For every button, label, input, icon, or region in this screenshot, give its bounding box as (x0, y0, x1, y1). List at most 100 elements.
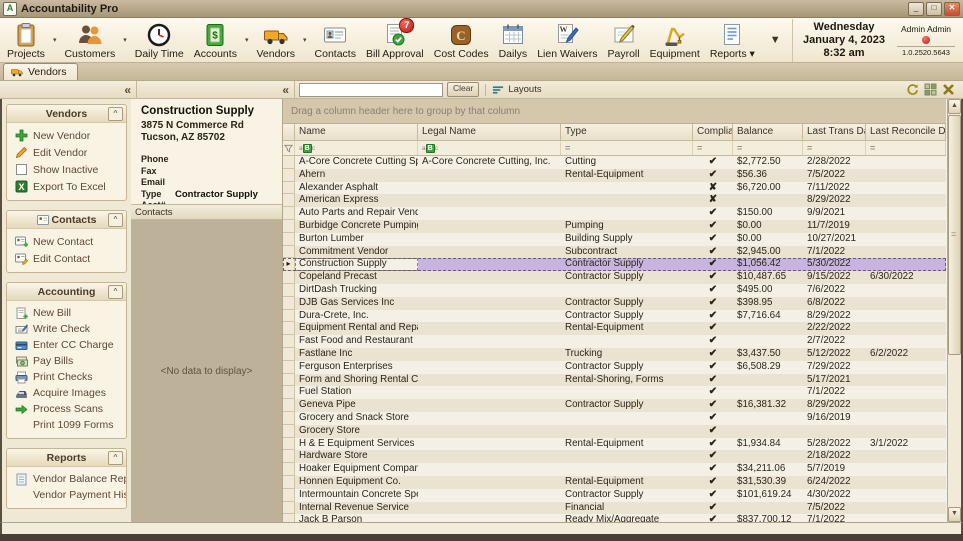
cell-balance[interactable]: $1,934.84 (733, 438, 803, 451)
toolbar-equipment-button[interactable]: Equipment (645, 18, 705, 62)
cell-balance[interactable]: $2,772.50 (733, 156, 803, 169)
maximize-button[interactable]: □ (926, 2, 942, 16)
panel-collapse-icon[interactable]: ^ (108, 285, 123, 299)
table-row[interactable]: Burton LumberBuilding Supply✔$0.0010/27/… (283, 233, 946, 246)
cell-balance[interactable]: $150.00 (733, 207, 803, 220)
cell-balance[interactable]: $1,056.42 (733, 258, 803, 271)
row-indicator[interactable] (283, 514, 295, 522)
row-indicator[interactable] (283, 194, 295, 207)
cell-last-reconcile-date[interactable] (866, 246, 946, 259)
sidebar-item-edit-contact[interactable]: Edit Contact (7, 250, 126, 267)
cell-name[interactable]: Equipment Rental and Repair (295, 322, 418, 335)
vendors-dropdown-chevron-icon[interactable]: ▾ (300, 18, 310, 62)
toolbar-lien-waivers-button[interactable]: W Lien Waivers (532, 18, 602, 62)
cell-type[interactable]: Trucking (561, 348, 693, 361)
cell-name[interactable]: Ahern (295, 169, 418, 182)
cell-last-reconcile-date[interactable]: 6/2/2022 (866, 348, 946, 361)
cell-last-trans-date[interactable]: 7/29/2022 (803, 361, 866, 374)
cell-last-reconcile-date[interactable] (866, 182, 946, 195)
row-indicator[interactable] (283, 169, 295, 182)
compliant-check-icon[interactable]: ✔ (693, 463, 733, 476)
cell-legal-name[interactable] (418, 258, 561, 271)
cell-name[interactable]: DJB Gas Services Inc (295, 297, 418, 310)
column-header-compliant[interactable]: Compliant (693, 124, 733, 140)
cell-name[interactable]: Hardware Store (295, 450, 418, 463)
sidebar-item-process-scans[interactable]: Process Scans (7, 401, 126, 417)
compliant-check-icon[interactable]: ✔ (693, 169, 733, 182)
group-by-band[interactable]: Drag a column header here to group by th… (283, 99, 946, 124)
cell-last-reconcile-date[interactable] (866, 220, 946, 233)
cell-name[interactable]: Construction Supply (295, 258, 418, 271)
cell-name[interactable]: Copeland Precast (295, 271, 418, 284)
filter-cell-last-trans-date[interactable]: = (803, 141, 866, 155)
compliant-check-icon[interactable]: ✔ (693, 335, 733, 348)
cell-balance[interactable] (733, 335, 803, 348)
table-row[interactable]: Intermountain Concrete SpecialtiesContra… (283, 489, 946, 502)
collapse-sidebar-icon[interactable]: « (124, 85, 131, 95)
column-header-last-trans-date[interactable]: Last Trans Date (803, 124, 866, 140)
refresh-icon[interactable] (905, 83, 919, 96)
row-indicator[interactable] (283, 348, 295, 361)
table-row[interactable]: Hoaker Equipment Company✔$34,211.065/7/2… (283, 463, 946, 476)
cell-last-trans-date[interactable]: 5/17/2021 (803, 374, 866, 387)
toolbar-daily-time-button[interactable]: Daily Time (130, 18, 189, 62)
cell-last-trans-date[interactable]: 9/16/2019 (803, 412, 866, 425)
cell-legal-name[interactable] (418, 374, 561, 387)
row-indicator[interactable] (283, 207, 295, 220)
compliant-check-icon[interactable]: ✔ (693, 207, 733, 220)
cell-name[interactable]: Auto Parts and Repair Vendor (295, 207, 418, 220)
layouts-button[interactable]: Layouts (492, 84, 541, 96)
cell-legal-name[interactable] (418, 489, 561, 502)
cell-last-reconcile-date[interactable] (866, 284, 946, 297)
cell-legal-name[interactable] (418, 399, 561, 412)
cell-type[interactable] (561, 450, 693, 463)
cell-type[interactable]: Rental-Equipment (561, 476, 693, 489)
table-row[interactable]: Equipment Rental and RepairRental-Equipm… (283, 322, 946, 335)
cell-legal-name[interactable] (418, 348, 561, 361)
column-header-legal-name[interactable]: Legal Name (418, 124, 561, 140)
table-row[interactable]: Form and Shoring Rental Co.Rental-Shorin… (283, 374, 946, 387)
cell-legal-name[interactable] (418, 246, 561, 259)
cell-last-reconcile-date[interactable] (866, 169, 946, 182)
cell-balance[interactable]: $7,716.64 (733, 310, 803, 323)
cell-last-reconcile-date[interactable]: 6/30/2022 (866, 271, 946, 284)
cell-last-reconcile-date[interactable]: 3/1/2022 (866, 438, 946, 451)
row-indicator[interactable] (283, 412, 295, 425)
sidebar-item-new-vendor[interactable]: New Vendor (7, 127, 126, 144)
cell-legal-name[interactable] (418, 284, 561, 297)
column-header-last-reconcile-date[interactable]: Last Reconcile Date (866, 124, 946, 140)
table-row[interactable]: Alexander Asphalt✘$6,720.007/11/2022 (283, 182, 946, 195)
table-row[interactable]: A-Core Concrete Cutting SpecialistsA-Cor… (283, 156, 946, 169)
cell-name[interactable]: Ferguson Enterprises (295, 361, 418, 374)
cell-last-trans-date[interactable] (803, 425, 866, 438)
cell-type[interactable]: Contractor Supply (561, 361, 693, 374)
customers-dropdown-chevron-icon[interactable]: ▾ (120, 18, 130, 62)
table-row[interactable]: Burbidge Concrete PumpingPumping✔$0.0011… (283, 220, 946, 233)
cell-type[interactable]: Contractor Supply (561, 271, 693, 284)
cell-name[interactable]: Form and Shoring Rental Co. (295, 374, 418, 387)
cell-last-reconcile-date[interactable] (866, 489, 946, 502)
compliant-check-icon[interactable]: ✔ (693, 399, 733, 412)
row-indicator[interactable] (283, 438, 295, 451)
collapse-detail-icon[interactable]: « (282, 85, 289, 95)
cell-type[interactable]: Contractor Supply (561, 399, 693, 412)
toolbar-dailys-button[interactable]: Dailys (494, 18, 533, 62)
cell-name[interactable]: Dura-Crete, Inc. (295, 310, 418, 323)
cell-balance[interactable]: $495.00 (733, 284, 803, 297)
row-indicator[interactable] (283, 502, 295, 515)
compliant-check-icon[interactable]: ✔ (693, 489, 733, 502)
cell-last-trans-date[interactable]: 4/30/2022 (803, 489, 866, 502)
vertical-scrollbar[interactable]: ▲ ▼ (947, 99, 961, 522)
compliant-check-icon[interactable]: ✔ (693, 374, 733, 387)
row-indicator[interactable] (283, 489, 295, 502)
row-indicator[interactable] (283, 220, 295, 233)
cell-name[interactable]: Intermountain Concrete Specialties (295, 489, 418, 502)
cell-type[interactable]: Ready Mix/Aggregate (561, 514, 693, 522)
cell-legal-name[interactable] (418, 233, 561, 246)
cell-balance[interactable] (733, 374, 803, 387)
cell-type[interactable]: Pumping (561, 220, 693, 233)
cell-legal-name[interactable]: A-Core Concrete Cutting, Inc. (418, 156, 561, 169)
sidebar-item-new-contact[interactable]: New Contact (7, 233, 126, 250)
cell-balance[interactable] (733, 502, 803, 515)
table-row[interactable]: Copeland PrecastContractor Supply✔$10,48… (283, 271, 946, 284)
